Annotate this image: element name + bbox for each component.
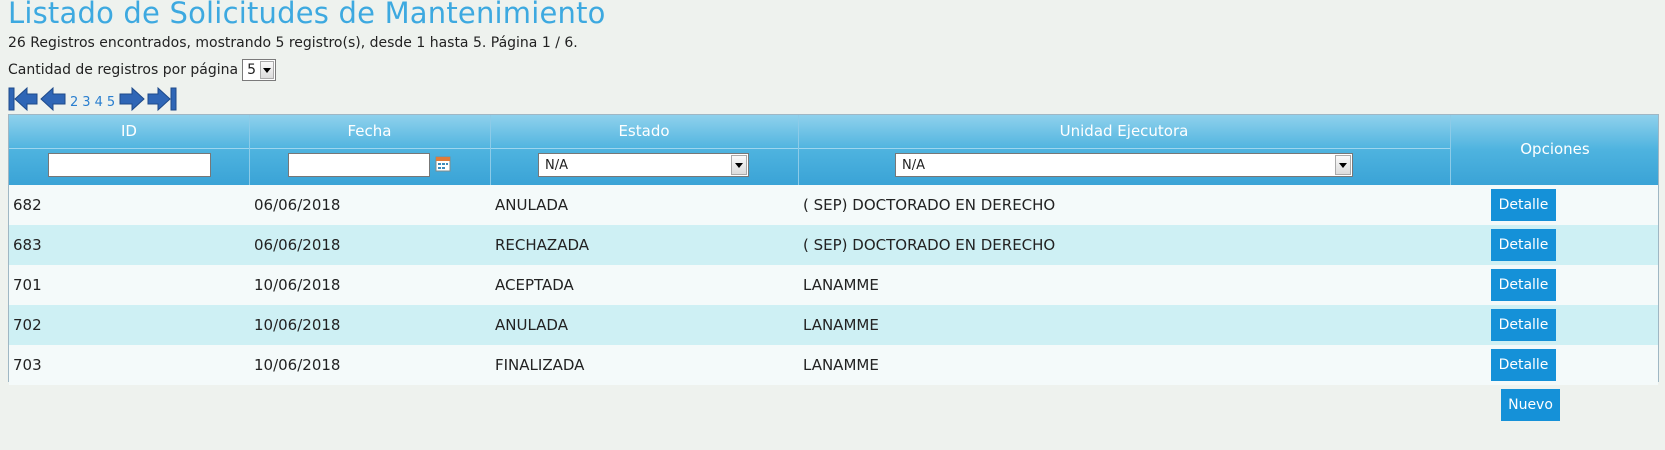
column-header-unidad-ejecutora[interactable]: Unidad Ejecutora xyxy=(798,115,1450,148)
unidad-filter-select[interactable]: N/A xyxy=(895,153,1353,177)
last-page-icon[interactable] xyxy=(147,86,177,112)
chevron-down-icon xyxy=(731,155,747,175)
detail-button[interactable]: Detalle xyxy=(1491,269,1556,301)
cell-unidad: LANAMME xyxy=(803,316,879,334)
detail-button[interactable]: Detalle xyxy=(1491,309,1556,341)
new-button[interactable]: Nuevo xyxy=(1501,389,1560,421)
column-header-opciones: Opciones xyxy=(1520,140,1590,158)
cell-unidad: LANAMME xyxy=(803,356,879,374)
table-row: 682 06/06/2018 ANULADA ( SEP) DOCTORADO … xyxy=(9,185,1658,225)
cell-fecha: 06/06/2018 xyxy=(254,236,341,254)
id-filter-input[interactable] xyxy=(48,153,211,177)
cell-fecha: 10/06/2018 xyxy=(254,276,341,294)
cell-estado: FINALIZADA xyxy=(495,356,585,374)
fecha-filter-input[interactable] xyxy=(288,153,430,177)
page-link[interactable]: 5 xyxy=(107,95,115,110)
chevron-down-icon xyxy=(260,61,275,79)
cell-unidad: ( SEP) DOCTORADO EN DERECHO xyxy=(803,236,1056,254)
page-link[interactable]: 3 xyxy=(82,95,90,110)
table-header: ID Fecha Estado Unidad Ejecutora Opcione… xyxy=(9,115,1658,185)
estado-filter-value: N/A xyxy=(545,157,568,173)
per-page-value: 5 xyxy=(247,62,257,78)
estado-filter-select[interactable]: N/A xyxy=(538,153,749,177)
unidad-filter-value: N/A xyxy=(902,157,925,173)
page-link[interactable]: 4 xyxy=(95,95,103,110)
detail-button[interactable]: Detalle xyxy=(1491,189,1556,221)
cell-id: 683 xyxy=(13,236,42,254)
table-row: 701 10/06/2018 ACEPTADA LANAMME Detalle xyxy=(9,265,1658,305)
first-page-icon[interactable] xyxy=(8,86,38,112)
page-link[interactable]: 2 xyxy=(70,95,78,110)
cell-estado: ANULADA xyxy=(495,196,568,214)
cell-id: 682 xyxy=(13,196,42,214)
page-links: 2 3 4 5 xyxy=(70,95,115,110)
cell-estado: ANULADA xyxy=(495,316,568,334)
column-header-id[interactable]: ID xyxy=(9,115,249,148)
table-row: 702 10/06/2018 ANULADA LANAMME Detalle xyxy=(9,305,1658,345)
pagination: 2 3 4 5 xyxy=(8,86,177,112)
cell-unidad: LANAMME xyxy=(803,276,879,294)
cell-fecha: 06/06/2018 xyxy=(254,196,341,214)
table-row: 703 10/06/2018 FINALIZADA LANAMME Detall… xyxy=(9,345,1658,385)
per-page-label: Cantidad de registros por página xyxy=(8,62,239,78)
table-row: 683 06/06/2018 RECHAZADA ( SEP) DOCTORAD… xyxy=(9,225,1658,265)
cell-unidad: ( SEP) DOCTORADO EN DERECHO xyxy=(803,196,1056,214)
per-page-control: Cantidad de registros por página 5 xyxy=(8,59,277,81)
detail-button[interactable]: Detalle xyxy=(1491,349,1556,381)
records-summary: 26 Registros encontrados, mostrando 5 re… xyxy=(8,35,578,51)
cell-id: 701 xyxy=(13,276,42,294)
detail-button[interactable]: Detalle xyxy=(1491,229,1556,261)
cell-estado: ACEPTADA xyxy=(495,276,574,294)
previous-page-icon[interactable] xyxy=(40,86,66,112)
cell-id: 702 xyxy=(13,316,42,334)
requests-table: ID Fecha Estado Unidad Ejecutora Opcione… xyxy=(8,114,1659,385)
chevron-down-icon xyxy=(1335,155,1351,175)
column-header-estado[interactable]: Estado xyxy=(490,115,798,148)
per-page-select[interactable]: 5 xyxy=(242,59,277,81)
page-title: Listado de Solicitudes de Mantenimiento xyxy=(8,0,606,30)
next-page-icon[interactable] xyxy=(119,86,145,112)
column-header-fecha[interactable]: Fecha xyxy=(249,115,490,148)
calendar-icon[interactable] xyxy=(435,156,451,172)
cell-fecha: 10/06/2018 xyxy=(254,316,341,334)
cell-estado: RECHAZADA xyxy=(495,236,589,254)
cell-fecha: 10/06/2018 xyxy=(254,356,341,374)
cell-id: 703 xyxy=(13,356,42,374)
